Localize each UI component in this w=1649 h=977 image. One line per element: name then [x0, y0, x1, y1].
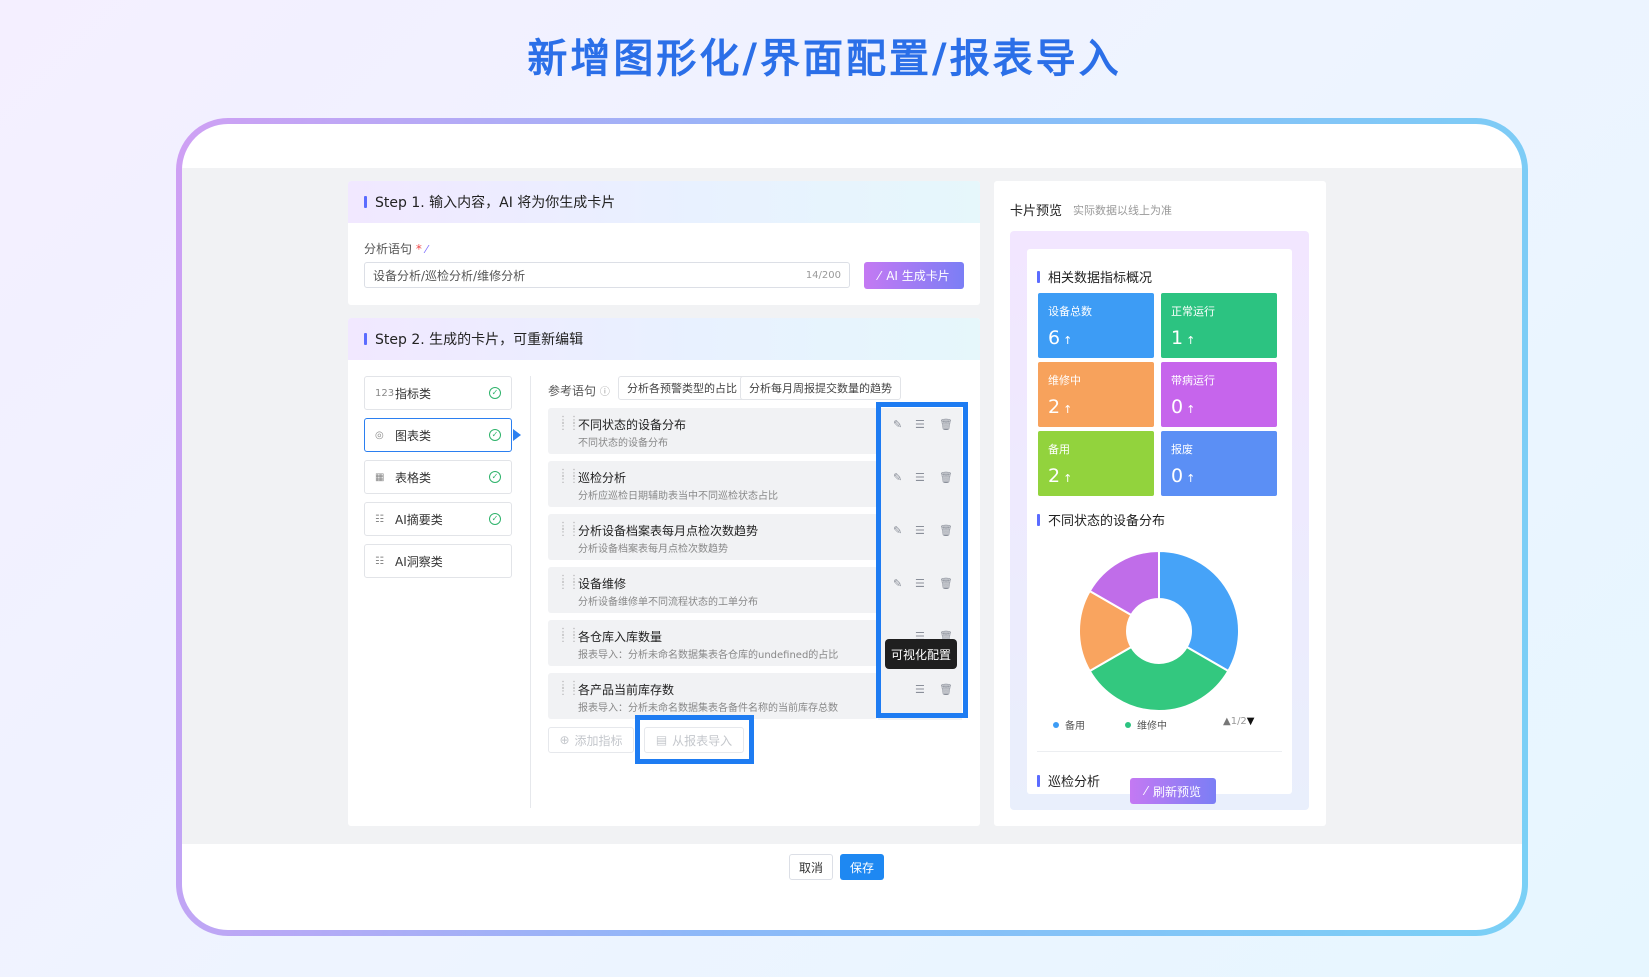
ai-generate-button[interactable]: ⁄ AI 生成卡片	[864, 262, 964, 289]
list-item[interactable]: ⋮⋮ ⋮⋮ 设备维修 分析设备维修单不同流程状态的工单分布	[548, 567, 878, 613]
preview-panel: 卡片预览 实际数据以线上为准 相关数据指标概况 设备总数 6 ↑ 正常运行 1 ↑ 维修…	[994, 181, 1326, 826]
list-icon: ☷	[375, 513, 384, 525]
legend-item[interactable]: 备用	[1053, 717, 1085, 732]
list-item[interactable]: ⋮⋮ ⋮⋮ 巡检分析 分析应巡检日期辅助表当中不同巡检状态占比	[548, 461, 878, 507]
screenshot-frame: Step 1. 输入内容，AI 将为你生成卡片 分析语句 * ⁄ 设备分析/巡检…	[176, 118, 1528, 936]
add-metric-button[interactable]: ⊕ 添加指标	[548, 727, 634, 753]
ai-wand-icon: ⁄	[878, 268, 881, 283]
reference-label: 参考语句 ⓘ	[548, 384, 610, 398]
analysis-field-label: 分析语句 * ⁄	[364, 242, 428, 256]
preview-card: 相关数据指标概况 设备总数 6 ↑ 正常运行 1 ↑ 维修中 2 ↑ 带病运行 0 ↑ 备用 2 ↑…	[1027, 249, 1292, 794]
step1-title: Step 1. 输入内容，AI 将为你生成卡片	[375, 195, 616, 211]
preview-title: 卡片预览	[1010, 204, 1063, 219]
divider	[530, 376, 531, 808]
preview-subtitle: 实际数据以线上为准	[1073, 204, 1172, 217]
check-icon: ✓	[489, 429, 501, 441]
list-item[interactable]: ⋮⋮ ⋮⋮ 各仓库入库数量 报表导入：分析未命名数据集表各仓库的undefined的占…	[548, 620, 878, 666]
donut-chart	[1078, 549, 1240, 712]
banner-title: 新增图形化/界面配置/报表导入	[527, 36, 1122, 82]
metrics-title: 相关数据指标概况	[1037, 267, 1152, 286]
chart-title: 不同状态的设备分布	[1037, 510, 1165, 529]
metric-tile: 带病运行 0 ↑	[1161, 362, 1277, 427]
metric-tile: 正常运行 1 ↑	[1161, 293, 1277, 358]
category-chart[interactable]: ◎ 图表类 ✓	[364, 418, 521, 452]
drag-handle-icon[interactable]: ⋮⋮ ⋮⋮	[558, 469, 580, 485]
category-ai-summary[interactable]: ☷ AI摘要类 ✓	[364, 502, 512, 536]
metric-tile: 设备总数 6 ↑	[1038, 293, 1154, 358]
list-item[interactable]: ⋮⋮ ⋮⋮ 各产品当前库存数 报表导入：分析未命名数据集表各备件名称的当前库存总数	[548, 673, 878, 719]
reference-chip[interactable]: 分析各预警类型的占比	[618, 376, 746, 400]
metric-tile: 维修中 2 ↑	[1038, 362, 1154, 427]
list-item[interactable]: ⋮⋮ ⋮⋮ 不同状态的设备分布 不同状态的设备分布	[548, 408, 878, 454]
check-icon: ✓	[489, 513, 501, 525]
divider	[1037, 751, 1282, 752]
plus-circle-icon: ⊕	[559, 733, 570, 747]
legend-pager[interactable]: ▲ 1/2 ▼	[1223, 716, 1255, 727]
metric-tile: 备用 2 ↑	[1038, 431, 1154, 496]
drag-handle-icon[interactable]: ⋮⋮ ⋮⋮	[558, 681, 580, 697]
refresh-preview-button[interactable]: ⁄ 刷新预览	[1130, 778, 1216, 804]
metric-tile: 报废 0 ↑	[1161, 431, 1277, 496]
import-highlight-box	[635, 715, 754, 764]
drag-handle-icon[interactable]: ⋮⋮ ⋮⋮	[558, 575, 580, 591]
step1-panel: Step 1. 输入内容，AI 将为你生成卡片 分析语句 * ⁄ 设备分析/巡检…	[348, 181, 980, 305]
analysis-input[interactable]: 设备分析/巡检分析/维修分析 14/200	[364, 262, 850, 288]
ai-sparkle-icon: ⁄	[425, 243, 428, 256]
table-icon: ▦	[375, 471, 385, 483]
step2-title: Step 2. 生成的卡片，可重新编辑	[375, 332, 584, 348]
help-icon: ⓘ	[599, 387, 610, 398]
drag-handle-icon[interactable]: ⋮⋮ ⋮⋮	[558, 416, 580, 432]
preview-canvas: 相关数据指标概况 设备总数 6 ↑ 正常运行 1 ↑ 维修中 2 ↑ 带病运行 0 ↑ 备用 2 ↑…	[1010, 231, 1309, 810]
arrow-down-icon[interactable]: ▼	[1247, 716, 1255, 727]
wand-icon: ⁄	[1144, 784, 1147, 798]
char-counter: 14/200	[805, 269, 841, 281]
arrow-up-icon[interactable]: ▲	[1223, 716, 1231, 727]
category-table[interactable]: ▦ 表格类 ✓	[364, 460, 512, 494]
step2-header: Step 2. 生成的卡片，可重新编辑	[348, 318, 980, 360]
number-icon: 123	[375, 387, 395, 399]
cancel-button[interactable]: 取消	[789, 854, 833, 880]
action-highlight-box	[876, 402, 968, 718]
check-icon: ✓	[489, 471, 501, 483]
save-button[interactable]: 保存	[840, 854, 884, 880]
legend-item[interactable]: 维修中	[1125, 717, 1167, 732]
check-icon: ✓	[489, 387, 501, 399]
list-icon: ☷	[375, 555, 384, 567]
step2-panel: Step 2. 生成的卡片，可重新编辑 123 指标类 ✓ ◎ 图表类 ✓ ▦ 表格类 ✓ …	[348, 318, 980, 826]
step1-header: Step 1. 输入内容，AI 将为你生成卡片	[348, 181, 980, 223]
drag-handle-icon[interactable]: ⋮⋮ ⋮⋮	[558, 522, 580, 538]
category-ai-insight[interactable]: ☷ AI洞察类	[364, 544, 512, 578]
reference-chip[interactable]: 分析每月周报提交数量的趋势	[740, 376, 901, 400]
list-item[interactable]: ⋮⋮ ⋮⋮ 分析设备档案表每月点检次数趋势 分析设备档案表每月点检次数趋势	[548, 514, 878, 560]
category-metric[interactable]: 123 指标类 ✓	[364, 376, 512, 410]
chart-icon: ◎	[375, 429, 384, 441]
drag-handle-icon[interactable]: ⋮⋮ ⋮⋮	[558, 628, 580, 644]
next-section-title: 巡检分析	[1037, 771, 1100, 790]
